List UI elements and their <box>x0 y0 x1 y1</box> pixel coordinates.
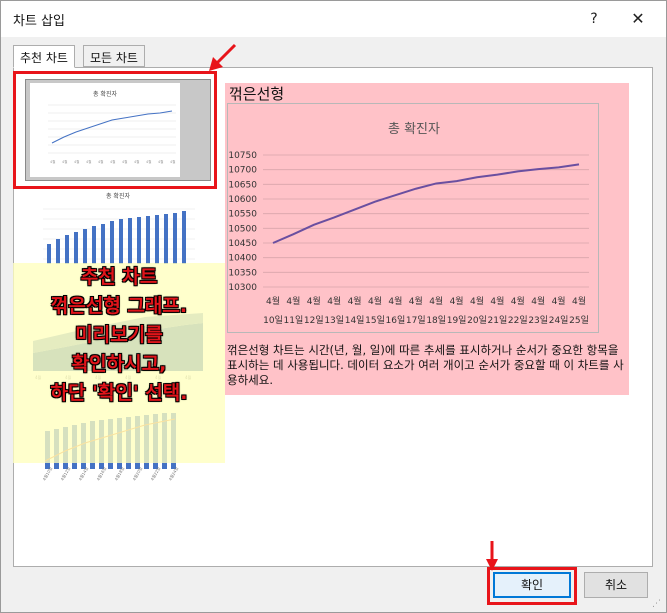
x-tick-label-day: 17일 <box>406 315 426 326</box>
y-tick-label: 10350 <box>228 268 257 278</box>
annotation-line: 하단 '확인' 선택. <box>50 382 188 404</box>
annotation-line: 확인하시고, <box>71 353 167 375</box>
x-tick-label-day: 12일 <box>304 315 324 326</box>
y-tick-label: 10600 <box>228 195 257 205</box>
x-tick-label-month: 4월 <box>348 295 362 307</box>
arrow-to-ok-button-icon <box>486 541 498 571</box>
thumbnail-bar-graphic <box>43 208 195 264</box>
x-tick-label-month: 4월 <box>388 295 402 307</box>
x-tick-label-day: 25일 <box>569 315 589 326</box>
x-tick-label-day: 10일 <box>263 315 283 326</box>
series-line <box>272 163 580 244</box>
x-tick-label-day: 14일 <box>345 315 365 326</box>
svg-text:4월20일: 4월20일 <box>131 465 144 481</box>
y-tick-label: 10300 <box>228 283 257 293</box>
annotation-line: 미리보기를 <box>75 324 163 346</box>
x-tick-label-day: 16일 <box>386 315 406 326</box>
svg-text:4월10일: 4월10일 <box>41 465 54 481</box>
x-tick-label-day: 11일 <box>284 315 304 326</box>
x-tick-label-month: 4월 <box>409 295 423 307</box>
annotation-callout: 추천 차트 꺾은선형 그래프. 미리보기를 확인하시고, 하단 '확인' 선택. <box>13 263 225 463</box>
x-tick-label-day: 15일 <box>365 315 385 326</box>
y-tick-label: 10450 <box>228 239 257 249</box>
x-tick-label-day: 13일 <box>324 315 344 326</box>
x-tick-label-day: 22일 <box>508 315 528 326</box>
x-tick-label-day: 23일 <box>528 315 548 326</box>
tab-all-charts[interactable]: 모든 차트 <box>83 45 145 67</box>
y-tick-label: 10550 <box>228 210 257 220</box>
resize-grip-icon[interactable]: ⋰ <box>652 599 661 609</box>
x-tick-label-month: 4월 <box>368 295 382 307</box>
x-tick-label-month: 4월 <box>511 295 525 307</box>
svg-text:4월22일: 4월22일 <box>149 465 162 481</box>
x-tick-label-month: 4월 <box>307 295 321 307</box>
x-tick-label-month: 4월 <box>327 295 341 307</box>
x-tick-label-month: 4월 <box>552 295 566 307</box>
x-tick-label-day: 20일 <box>467 315 487 326</box>
x-tick-label-month: 4월 <box>266 295 280 307</box>
svg-text:4월16일: 4월16일 <box>95 465 108 481</box>
arrow-to-thumbnail-icon <box>209 43 237 71</box>
thumbnail-bar-chart[interactable]: 총 확진자 <box>25 189 211 269</box>
x-tick-label-month: 4월 <box>286 295 300 307</box>
y-tick-label: 10700 <box>228 166 257 176</box>
x-tick-label-month: 4월 <box>450 295 464 307</box>
svg-text:4월18일: 4월18일 <box>113 465 126 481</box>
y-tick-label: 10650 <box>228 180 257 190</box>
chart-description: 꺾은선형 차트는 시간(년, 월, 일)에 따른 추세를 표시하거나 순서가 중… <box>227 343 624 387</box>
annotation-line: 추천 차트 <box>80 266 158 288</box>
x-tick-label-month: 4월 <box>470 295 484 307</box>
x-tick-label-day: 18일 <box>426 315 446 326</box>
insert-chart-dialog: 차트 삽입 ? ✕ 추천 차트 모든 차트 총 확진자 4월 4월 4월 4월 4월 4… <box>0 0 667 613</box>
dialog-titlebar: 차트 삽입 ? ✕ <box>1 1 666 37</box>
x-tick-label-day: 21일 <box>488 315 508 326</box>
x-tick-label-day: 19일 <box>447 315 467 326</box>
line-chart-preview: 총 확진자 10300 10350 10400 10450 10500 10550 10600… <box>228 122 589 326</box>
x-tick-label-month: 4월 <box>429 295 443 307</box>
svg-text:4월14일: 4월14일 <box>77 465 90 481</box>
x-tick-label-month: 4월 <box>531 295 545 307</box>
cancel-button[interactable]: 취소 <box>584 572 648 598</box>
tab-recommended-charts[interactable]: 추천 차트 <box>13 45 75 68</box>
x-tick-label-month: 4월 <box>572 295 586 307</box>
y-tick-label: 10750 <box>228 151 257 161</box>
x-tick-label-day: 24일 <box>549 315 569 326</box>
annotation-line: 꺾은선형 그래프. <box>50 295 188 317</box>
svg-text:4월24일: 4월24일 <box>167 465 180 481</box>
y-tick-label: 10400 <box>228 254 257 264</box>
svg-text:4월12일: 4월12일 <box>59 465 72 481</box>
close-button[interactable]: ✕ <box>625 7 651 31</box>
dialog-title: 차트 삽입 <box>13 14 65 29</box>
chart-title: 총 확진자 <box>388 122 440 137</box>
chart-type-title: 꺾은선형 <box>229 85 285 103</box>
x-tick-label-month: 4월 <box>490 295 504 307</box>
help-button[interactable]: ? <box>583 7 605 31</box>
y-tick-label: 10500 <box>228 224 257 234</box>
selected-thumbnail-highlight <box>13 71 217 189</box>
ok-button[interactable]: 확인 <box>493 572 571 598</box>
